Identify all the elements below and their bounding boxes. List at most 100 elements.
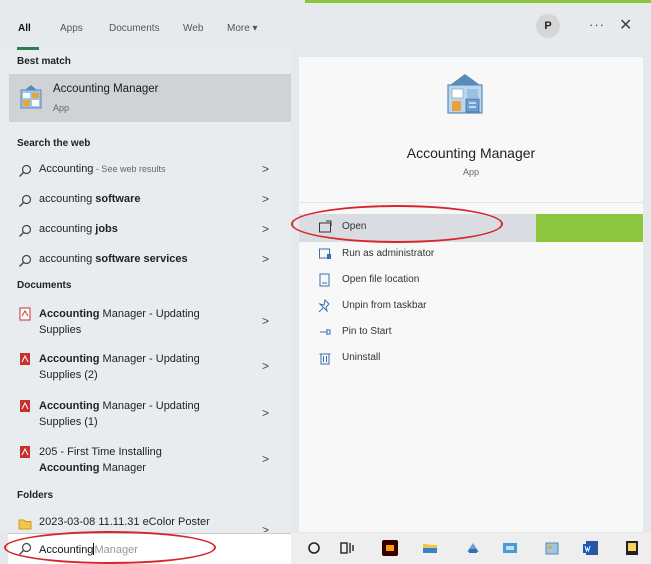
pdf-file-icon bbox=[20, 400, 30, 412]
cortana-icon[interactable] bbox=[306, 540, 322, 556]
document-item[interactable]: Accounting Manager - Updating Supplies > bbox=[0, 305, 291, 341]
section-documents: Documents bbox=[17, 280, 72, 291]
document-title-bold: Accounting bbox=[39, 353, 100, 365]
document-item[interactable]: Accounting Manager - Updating Supplies (2… bbox=[0, 350, 291, 386]
document-title: 205 - First Time Installing bbox=[39, 446, 162, 458]
document-title-bold: Accounting bbox=[39, 462, 100, 474]
search-filter-tabs: All Apps Documents Web More ▾ P ··· ✕ bbox=[0, 3, 651, 50]
document-title-bold: Accounting bbox=[39, 400, 100, 412]
accounting-manager-app-icon bbox=[20, 85, 42, 109]
web-result-item[interactable]: accounting software > bbox=[0, 192, 291, 212]
open-action[interactable]: Open bbox=[299, 217, 536, 239]
word-icon[interactable] bbox=[583, 540, 599, 556]
document-title-line2: Supplies (1) bbox=[39, 416, 98, 428]
chevron-right-icon[interactable]: > bbox=[262, 452, 269, 466]
user-avatar[interactable]: P bbox=[536, 14, 560, 38]
unpin-taskbar-action[interactable]: Unpin from taskbar bbox=[299, 296, 536, 318]
open-file-location-label: Open file location bbox=[342, 274, 420, 285]
web-result-hint: - See web results bbox=[93, 164, 166, 174]
web-result-item[interactable]: accounting jobs > bbox=[0, 222, 291, 242]
pin-icon bbox=[320, 329, 331, 335]
search-typed-text: Accounting bbox=[39, 544, 94, 556]
app-detail-panel: Accounting Manager App Open Run as admin… bbox=[299, 57, 643, 532]
document-item[interactable]: Accounting Manager - Updating Supplies (1… bbox=[0, 397, 291, 433]
run-as-admin-action[interactable]: Run as administrator bbox=[299, 244, 536, 266]
uninstall-label: Uninstall bbox=[342, 352, 381, 363]
section-best-match: Best match bbox=[17, 56, 71, 67]
sticky-notes-icon[interactable] bbox=[624, 540, 640, 556]
unpin-icon bbox=[318, 299, 330, 313]
web-result-text: Accounting bbox=[39, 163, 94, 175]
more-options-icon[interactable]: ··· bbox=[589, 17, 605, 32]
pdf-file-icon bbox=[20, 446, 30, 458]
folder-icon bbox=[18, 519, 32, 530]
chevron-right-icon[interactable]: > bbox=[262, 222, 269, 236]
web-result-item[interactable]: Accounting - See web results > bbox=[0, 162, 291, 182]
close-icon[interactable]: ✕ bbox=[619, 15, 632, 35]
web-result-bold: software services bbox=[95, 253, 188, 265]
search-icon bbox=[19, 542, 32, 555]
taskbar bbox=[291, 533, 651, 564]
run-as-admin-label: Run as administrator bbox=[342, 248, 435, 259]
chevron-right-icon[interactable]: > bbox=[262, 192, 269, 206]
tab-web[interactable]: Web bbox=[183, 23, 203, 34]
illustrator-icon[interactable] bbox=[382, 540, 398, 556]
document-title: Manager - Updating bbox=[99, 308, 200, 320]
document-title: Manager - Updating bbox=[99, 400, 200, 412]
tab-documents[interactable]: Documents bbox=[109, 23, 160, 34]
search-icon bbox=[19, 254, 32, 267]
chevron-right-icon[interactable]: > bbox=[262, 359, 269, 373]
web-result-bold: software bbox=[95, 193, 141, 205]
chevron-right-icon[interactable]: > bbox=[262, 314, 269, 328]
document-title: Manager - Updating bbox=[99, 353, 200, 365]
chevron-right-icon[interactable]: > bbox=[262, 406, 269, 420]
best-match-subtitle: App bbox=[53, 103, 70, 113]
app-taskbar-icon[interactable] bbox=[465, 540, 481, 556]
folder-item[interactable]: 2023-03-08 11.11.31 eColor Poster > bbox=[0, 515, 291, 532]
search-suggestion-text: Manager bbox=[94, 544, 138, 556]
document-item[interactable]: 205 - First Time Installing Accounting Ma… bbox=[0, 443, 291, 479]
uninstall-action[interactable]: Uninstall bbox=[299, 348, 536, 370]
tab-apps[interactable]: Apps bbox=[60, 23, 83, 34]
pdf-file-icon bbox=[19, 307, 31, 321]
web-result-text: accounting bbox=[39, 193, 96, 205]
search-icon bbox=[19, 224, 32, 237]
results-list: Best match Accounting Manager App Search… bbox=[0, 50, 291, 532]
best-match-title: Accounting Manager bbox=[53, 83, 159, 95]
document-title-bold: Accounting bbox=[39, 308, 100, 320]
chevron-right-icon[interactable]: > bbox=[262, 523, 269, 532]
document-title-line2: Supplies (2) bbox=[39, 369, 98, 381]
web-result-text: accounting bbox=[39, 223, 96, 235]
green-accent-block bbox=[536, 214, 643, 242]
web-result-item[interactable]: accounting software services > bbox=[0, 252, 291, 272]
search-icon bbox=[19, 194, 32, 207]
accounting-manager-taskbar-icon[interactable] bbox=[544, 540, 560, 556]
chevron-right-icon[interactable]: > bbox=[262, 252, 269, 266]
accounting-manager-app-icon bbox=[447, 74, 483, 114]
document-title-line2: Supplies bbox=[39, 324, 82, 336]
section-search-web: Search the web bbox=[17, 138, 91, 149]
pdf-file-icon bbox=[20, 353, 30, 365]
chevron-right-icon[interactable]: > bbox=[262, 162, 269, 176]
photos-icon[interactable] bbox=[502, 540, 518, 556]
tab-all[interactable]: All bbox=[18, 23, 31, 34]
trash-icon bbox=[319, 353, 331, 365]
search-input[interactable]: AccountingManager bbox=[8, 533, 291, 564]
task-view-icon[interactable] bbox=[339, 540, 355, 556]
file-explorer-icon[interactable] bbox=[422, 540, 438, 556]
divider bbox=[299, 202, 643, 203]
app-detail-subtitle: App bbox=[462, 167, 479, 177]
open-icon bbox=[319, 220, 332, 233]
app-detail-title: Accounting Manager bbox=[406, 145, 536, 161]
pin-to-start-label: Pin to Start bbox=[342, 326, 392, 337]
best-match-item[interactable]: Accounting Manager App bbox=[9, 74, 291, 122]
document-title-line2: Manager bbox=[99, 462, 146, 474]
shield-icon bbox=[319, 248, 331, 259]
tab-more[interactable]: More ▾ bbox=[227, 23, 258, 34]
search-icon bbox=[19, 164, 32, 177]
web-result-bold: jobs bbox=[95, 223, 118, 235]
web-result-text: accounting bbox=[39, 253, 96, 265]
open-file-location-action[interactable]: Open file location bbox=[299, 270, 536, 292]
unpin-taskbar-label: Unpin from taskbar bbox=[342, 300, 427, 311]
pin-to-start-action[interactable]: Pin to Start bbox=[299, 322, 536, 344]
